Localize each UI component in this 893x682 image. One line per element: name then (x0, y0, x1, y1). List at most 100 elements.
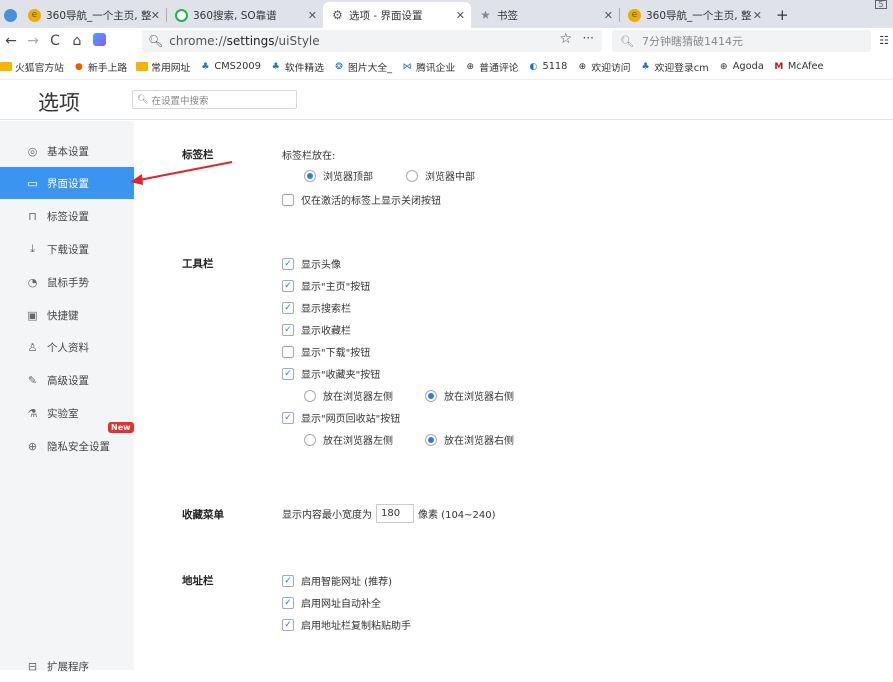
checkbox-paste-helper[interactable]: ✓ 启用地址栏复制粘贴助手 (282, 617, 411, 632)
bookmark-label: 图片大全_ (348, 62, 393, 74)
bookmark-item[interactable]: ❂ 图片大全_ (333, 60, 392, 74)
keyboard-icon: ▣ (27, 308, 38, 322)
360-nav-favicon: e (28, 8, 41, 22)
ai-assistant-icon[interactable] (88, 32, 110, 50)
sidebar-item-advanced[interactable]: ✎ 高级设置 (0, 364, 134, 396)
close-icon[interactable]: ✕ (456, 9, 465, 22)
checkbox-label: 显示头像 (301, 260, 341, 271)
tab-bookmarks[interactable]: ★ 书签 ✕ (471, 2, 619, 28)
radio-label: 放在浏览器左侧 (323, 392, 393, 403)
home-icon[interactable]: ⌂ (66, 33, 88, 49)
bookmark-item[interactable]: ⊕ 欢迎访问 (576, 60, 631, 74)
bookmark-item[interactable]: ● 新手上路 (73, 60, 127, 74)
bookmark-item[interactable]: ⋈ 腾讯企业 (401, 60, 456, 74)
sidebar-item-label: 鼠标手势 (47, 276, 89, 289)
browser-logo[interactable] (0, 2, 20, 28)
address-bar[interactable]: 🔍︎ chrome://settings/uiStyle ☆ ··· (142, 30, 602, 52)
forward-icon[interactable]: → (22, 33, 44, 49)
sidebar-item-mouse[interactable]: ◔ 鼠标手势 (0, 266, 134, 298)
checkbox-icon (282, 345, 294, 358)
sidebar-item-basic[interactable]: ◎ 基本设置 (0, 135, 134, 167)
checkbox-label: 仅在激活的标签上显示关闭按钮 (301, 196, 441, 207)
favmenu-width-row: 显示内容最小宽度为 180 像素 (104~240) (282, 504, 496, 523)
bookmark-item[interactable]: ⊕ Agoda (718, 61, 764, 72)
more-icon[interactable]: ··· (583, 31, 594, 45)
close-icon[interactable]: ✕ (753, 9, 762, 22)
sidebar-item-ui[interactable]: ▭ 界面设置 (0, 167, 134, 199)
folder-icon (0, 62, 12, 71)
bookmark-label: CMS2009 (214, 61, 261, 72)
radio-recycle-right[interactable]: 放在浏览器右侧 (425, 432, 514, 447)
settings-search-input[interactable]: 🔍︎ 在设置中搜索 (132, 90, 297, 109)
checkbox-show-avatar[interactable]: ✓ 显示头像 (282, 256, 341, 271)
bookmark-item[interactable]: 常用网址 (136, 60, 190, 74)
radio-recycle-left[interactable]: 放在浏览器左侧 (304, 432, 393, 447)
tab-settings[interactable]: ⚙ 选项 - 界面设置 ✕ (323, 2, 471, 28)
checkbox-close-only-active[interactable]: 仅在激活的标签上显示关闭按钮 (282, 192, 441, 207)
favmenu-width-input[interactable]: 180 (376, 504, 414, 523)
tabbar-position-label: 标签栏放在: (282, 151, 336, 162)
checkbox-show-download[interactable]: 显示"下载"按钮 (282, 344, 370, 359)
bookmark-star-icon[interactable]: ☆ (559, 31, 572, 47)
sidebar-item-tabs[interactable]: ⊓ 标签设置 (0, 200, 134, 232)
app-icon: ♣ (201, 61, 210, 72)
menu-icon[interactable]: ☷ (879, 34, 889, 47)
new-tab-button[interactable]: + (768, 2, 797, 28)
app-icon: ♣ (641, 61, 650, 72)
sidebar-item-extensions[interactable]: ⊟ 扩展程序 (0, 650, 134, 682)
search-input[interactable]: 🔍︎ 7分钟瞎猜破1414元 (612, 30, 871, 52)
mouse-icon: ◔ (27, 275, 38, 289)
section-label-addressbar: 地址栏 (182, 575, 214, 587)
sidebar-item-label: 扩展程序 (47, 660, 89, 673)
tab-360-nav-2[interactable]: e 360导航_一个主页, 整 ✕ (620, 2, 768, 28)
back-icon[interactable]: ← (0, 33, 22, 49)
settings-header: 选项 🔍︎ 在设置中搜索 (0, 80, 893, 120)
close-icon[interactable]: ✕ (308, 9, 317, 22)
bookmark-item[interactable]: ⊕ 普通评论 (464, 60, 519, 74)
bookmark-item[interactable]: ♣ CMS2009 (199, 61, 261, 72)
close-icon[interactable]: ✕ (604, 9, 613, 22)
bookmark-item[interactable]: ♣ 软件精选 (270, 60, 324, 74)
tab-360-search[interactable]: 360搜索, SO靠谱 ✕ (167, 2, 323, 28)
checkbox-show-home[interactable]: ✓ 显示"主页"按钮 (282, 278, 370, 293)
bookmark-label: 普通评论 (479, 62, 519, 74)
checkbox-show-favbar[interactable]: ✓ 显示收藏栏 (282, 322, 351, 337)
checkmark-icon: ✓ (282, 301, 294, 314)
sidebar-item-shortcuts[interactable]: ▣ 快捷键 (0, 299, 134, 331)
close-icon[interactable]: ✕ (151, 9, 160, 22)
advanced-icon: ✎ (27, 373, 38, 387)
bookmark-item[interactable]: ◐ 5118 (527, 61, 568, 72)
checkbox-label: 启用智能网址 (推荐) (301, 577, 392, 588)
radio-favorites-right[interactable]: 放在浏览器右侧 (425, 388, 514, 403)
radio-tabbar-top[interactable]: 浏览器顶部 (304, 168, 373, 183)
checkbox-smart-url[interactable]: ✓ 启用智能网址 (推荐) (282, 573, 392, 588)
checkmark-icon: ✓ (282, 618, 294, 631)
reload-icon[interactable]: C (44, 33, 66, 49)
sidebar-item-privacy[interactable]: ⊕ 隐私安全设置 New (0, 422, 134, 462)
checkbox-show-recycle[interactable]: ✓ 显示"网页回收站"按钮 (282, 410, 400, 425)
sidebar-item-label: 个人资料 (47, 341, 89, 354)
5118-icon: ◐ (529, 61, 538, 72)
bookmark-item[interactable]: 火狐官方站 (0, 60, 64, 74)
360-search-favicon (175, 8, 188, 22)
radio-tabbar-middle[interactable]: 浏览器中部 (406, 168, 475, 183)
settings-search-placeholder: 在设置中搜索 (151, 95, 209, 107)
sidebar-item-profile[interactable]: ♙ 个人资料 (0, 331, 134, 363)
bookmark-label: 常用网址 (151, 62, 191, 74)
window-control-icon[interactable]: 5 (875, 0, 887, 9)
tab-icon: ⊓ (28, 209, 37, 223)
user-icon: ♙ (27, 340, 38, 354)
tab-label: 360搜索, SO靠谱 (193, 9, 277, 22)
checkmark-icon: ✓ (282, 596, 294, 609)
bookmark-item[interactable]: ♣ 欢迎登录cm (640, 60, 709, 74)
sidebar-item-download[interactable]: ⤓ 下载设置 (0, 233, 134, 265)
bookmark-item[interactable]: M McAfee (773, 61, 823, 72)
radio-label: 放在浏览器右侧 (444, 436, 514, 447)
checkbox-show-favorites[interactable]: ✓ 显示"收藏夹"按钮 (282, 366, 380, 381)
checkbox-autocomplete[interactable]: ✓ 启用网址自动补全 (282, 595, 381, 610)
checkbox-show-search[interactable]: ✓ 显示搜索栏 (282, 300, 351, 315)
radio-favorites-left[interactable]: 放在浏览器左侧 (304, 388, 393, 403)
bookmark-label: 火狐官方站 (15, 62, 64, 74)
bookmark-label: 5118 (542, 61, 568, 72)
tab-360-nav-1[interactable]: e 360导航_一个主页, 整 ✕ (20, 2, 166, 28)
